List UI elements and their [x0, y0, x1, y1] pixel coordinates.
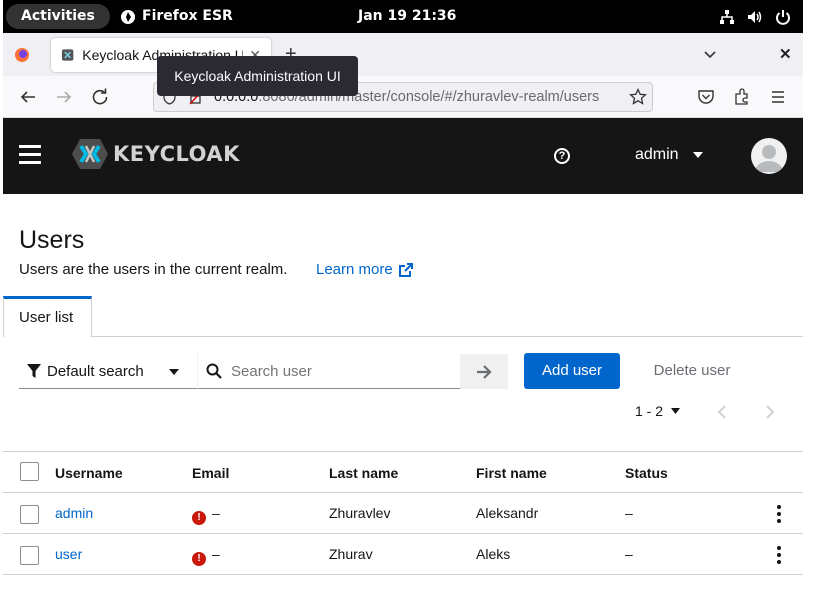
search-input[interactable] — [231, 362, 451, 380]
browser-nav-bar: 0.0.0.0:8080/admin/master/console/#/zhur… — [3, 76, 803, 118]
avatar-person-icon — [755, 145, 783, 172]
email-value: – — [212, 546, 220, 562]
search-type-label: Default search — [47, 362, 144, 380]
row-select-checkbox[interactable] — [20, 546, 39, 565]
page-title: Users — [19, 226, 85, 254]
first-name-cell: Aleks — [476, 546, 511, 562]
activities-button[interactable]: Activities — [6, 4, 110, 29]
network-icon — [720, 9, 734, 24]
power-icon — [776, 9, 790, 25]
firefox-view-icon[interactable] — [14, 47, 30, 63]
user-dropdown[interactable]: admin — [635, 146, 703, 164]
pagination-toggle[interactable]: 1 - 2 — [635, 403, 681, 419]
nav-toggle-hamburger-icon[interactable] — [19, 145, 41, 165]
exclamation-circle-icon: ! — [192, 552, 206, 566]
username-link[interactable]: admin — [55, 493, 93, 534]
clock[interactable]: Jan 19 21:36 — [358, 4, 456, 29]
table-header: Username Email Last name First name Stat… — [3, 451, 803, 493]
email-value: – — [212, 505, 220, 521]
keycloak-favicon-icon — [61, 49, 74, 61]
app-menu[interactable]: Firefox ESR — [120, 4, 233, 29]
column-header-first-name: First name — [476, 465, 547, 481]
row-select-checkbox[interactable] — [20, 505, 39, 524]
extensions-icon[interactable] — [733, 88, 751, 106]
table-row: admin ! – Zhuravlev Aleksandr – — [3, 493, 803, 534]
status-cell: – — [625, 546, 633, 562]
first-name-cell: Aleksandr — [476, 505, 539, 521]
last-name-cell: Zhuravlev — [329, 505, 391, 521]
bookmark-star-icon[interactable] — [629, 88, 647, 106]
column-header-email: Email — [192, 465, 230, 481]
exclamation-circle-icon: ! — [192, 511, 206, 525]
window-close-icon[interactable]: ✕ — [779, 45, 792, 63]
delete-user-button[interactable]: Delete user — [636, 353, 748, 389]
tab-bar: User list — [3, 296, 803, 337]
keycloak-logo[interactable]: KEYCLOAK — [71, 138, 240, 170]
next-page-icon[interactable] — [765, 405, 775, 419]
row-actions-kebab-icon[interactable] — [777, 505, 781, 526]
arrow-right-icon — [477, 364, 492, 379]
email-cell: ! – — [192, 534, 220, 575]
learn-more-link[interactable]: Learn more — [316, 261, 414, 278]
pagination-range: 1 - 2 — [635, 403, 664, 419]
pocket-icon[interactable] — [697, 88, 715, 106]
column-header-last-name: Last name — [329, 465, 399, 481]
page-description: Users are the users in the current realm… — [19, 261, 288, 278]
select-all-checkbox[interactable] — [20, 462, 39, 481]
table-row: user ! – Zhurav Aleks – — [3, 534, 803, 575]
avatar[interactable] — [751, 138, 787, 174]
search-type-dropdown[interactable]: Default search — [19, 354, 197, 389]
keycloak-masthead: KEYCLOAK ? admin — [3, 118, 803, 194]
logo-text: KEYCLOAK — [113, 142, 240, 166]
row-actions-kebab-icon[interactable] — [777, 546, 781, 567]
previous-page-icon[interactable] — [717, 405, 727, 419]
keycloak-logo-icon — [72, 139, 108, 169]
add-user-button[interactable]: Add user — [524, 353, 620, 389]
caret-down-icon — [692, 152, 703, 158]
activities-label: Activities — [21, 8, 95, 24]
last-name-cell: Zhurav — [329, 546, 373, 562]
username-label: admin — [635, 146, 679, 163]
browser-tab-strip: Keycloak Administration UI ✕ + ✕ — [3, 33, 803, 76]
search-user-field[interactable] — [197, 354, 460, 389]
username-link[interactable]: user — [55, 534, 82, 575]
system-top-bar: Activities Firefox ESR Jan 19 21:36 — [3, 0, 803, 33]
external-link-icon — [398, 262, 413, 277]
reload-icon[interactable] — [89, 86, 111, 108]
tab-tooltip: Keycloak Administration UI — [157, 56, 358, 96]
system-tray[interactable] — [719, 4, 791, 29]
status-cell: – — [625, 505, 633, 521]
back-arrow-icon[interactable] — [17, 86, 39, 108]
volume-icon — [748, 10, 762, 23]
app-name: Firefox ESR — [142, 8, 233, 24]
firefox-app-icon — [121, 9, 135, 24]
caret-down-icon — [671, 408, 681, 414]
search-submit-button[interactable] — [460, 354, 508, 389]
column-header-status: Status — [625, 465, 668, 481]
tab-user-list[interactable]: User list — [3, 296, 92, 337]
help-icon[interactable]: ? — [554, 148, 570, 164]
forward-arrow-icon[interactable] — [53, 86, 75, 108]
filter-icon — [27, 364, 41, 378]
list-all-tabs-chevron-icon[interactable] — [703, 48, 717, 62]
column-header-username: Username — [55, 465, 123, 481]
caret-down-icon — [169, 369, 179, 375]
email-cell: ! – — [192, 493, 220, 534]
search-icon — [206, 363, 222, 379]
learn-more-label: Learn more — [316, 261, 393, 278]
app-menu-hamburger-icon[interactable] — [770, 89, 786, 105]
